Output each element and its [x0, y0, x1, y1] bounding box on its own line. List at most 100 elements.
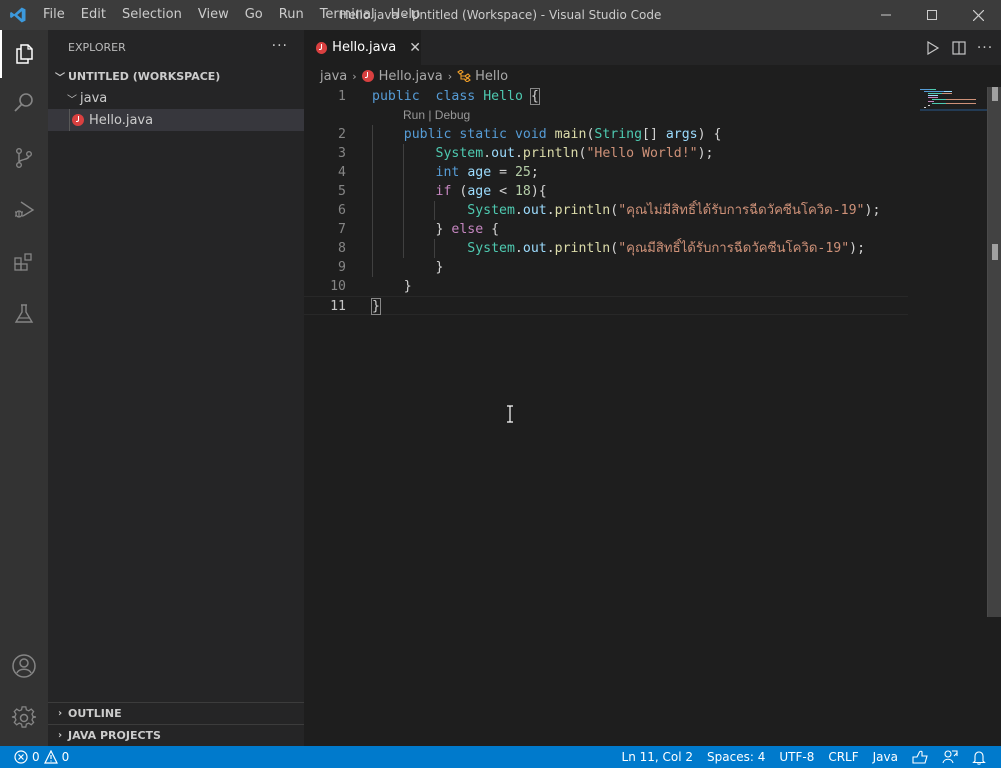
encoding[interactable]: UTF-8 — [772, 746, 821, 768]
explorer-title: EXPLORER — [68, 41, 126, 54]
menu-view[interactable]: View — [190, 0, 237, 30]
outline-label: OUTLINE — [68, 707, 122, 720]
file-label: Hello.java — [89, 112, 154, 128]
java-projects-label: JAVA PROJECTS — [68, 729, 161, 742]
workspace-label: UNTITLED (WORKSPACE) — [68, 69, 221, 83]
code-line[interactable]: 2 public static void main(String[] args)… — [304, 125, 908, 144]
menu-edit[interactable]: Edit — [73, 0, 114, 30]
menu-terminal[interactable]: Terminal — [312, 0, 383, 30]
code-text: int age = 25; — [435, 165, 539, 180]
status-bar: 0 0 Ln 11, Col 2 Spaces: 4 UTF-8 CRLF Ja… — [0, 746, 1001, 768]
code-editor[interactable]: Run | Debug 1 public class Hello { 2 publi… — [304, 87, 908, 746]
breadcrumb-class[interactable]: Hello — [475, 69, 508, 84]
warning-icon — [43, 750, 58, 764]
indentation[interactable]: Spaces: 4 — [700, 746, 772, 768]
cursor-position[interactable]: Ln 11, Col 2 — [615, 746, 701, 768]
workspace-section[interactable]: ﹀ UNTITLED (WORKSPACE) — [48, 65, 304, 87]
line-number: 6 — [338, 203, 346, 218]
chevron-right-icon: › — [57, 708, 63, 719]
code-line[interactable]: 6 System.out.println("คุณไม่มีสิทธิ์ได้ร… — [304, 201, 908, 220]
tab-hello-java[interactable]: Hello.java ✕ — [304, 30, 421, 65]
tab-label: Hello.java — [332, 40, 397, 55]
line-number: 3 — [338, 146, 346, 161]
run-icon[interactable] — [925, 40, 941, 56]
outline-panel[interactable]: › OUTLINE — [48, 702, 304, 724]
more-actions-icon[interactable]: ··· — [977, 40, 993, 56]
code-text: public static void main(String[] args) { — [403, 127, 722, 142]
line-number: 5 — [338, 184, 346, 199]
code-line[interactable]: 5 if (age < 18){ — [304, 182, 908, 201]
code-line[interactable]: 1 public class Hello { — [304, 87, 908, 106]
split-editor-icon[interactable] — [951, 40, 967, 56]
indent-guide — [69, 109, 70, 131]
code-text: public class Hello { — [372, 88, 540, 105]
code-line[interactable]: 8 System.out.println("คุณมีสิทธิ์ได้รับก… — [304, 239, 908, 258]
menu-bar: File Edit Selection View Go Run Terminal… — [35, 0, 428, 30]
explorer-icon[interactable] — [0, 30, 48, 78]
title-bar: File Edit Selection View Go Run Terminal… — [0, 0, 1001, 30]
close-tab-icon[interactable]: ✕ — [409, 40, 421, 56]
code-line[interactable]: 7 } else { — [304, 220, 908, 239]
code-text: } else { — [372, 222, 500, 237]
code-text: } — [372, 279, 412, 294]
menu-file[interactable]: File — [35, 0, 73, 30]
line-ending[interactable]: CRLF — [821, 746, 865, 768]
line-number: 9 — [338, 260, 346, 275]
problems-indicator[interactable]: 0 0 — [0, 750, 69, 764]
language-mode[interactable]: Java — [866, 746, 905, 768]
error-count: 0 — [32, 750, 40, 764]
breadcrumb-file[interactable]: Hello.java — [379, 69, 443, 84]
codelens-run-debug[interactable]: Run | Debug — [403, 106, 470, 125]
text-cursor-icon — [507, 405, 513, 423]
chevron-down-icon: ﹀ — [67, 94, 77, 106]
more-actions-icon[interactable]: ··· — [272, 38, 288, 54]
code-text: if (age < 18){ — [435, 184, 547, 199]
chevron-right-icon: › — [352, 69, 357, 83]
scrollbar-thumb[interactable] — [992, 87, 998, 101]
explorer-sidebar: EXPLORER ··· ﹀ UNTITLED (WORKSPACE) ﹀ ja… — [48, 30, 304, 746]
scroll-position-marker — [992, 244, 998, 260]
code-line[interactable]: 10 } — [304, 277, 908, 296]
file-hello-java[interactable]: Hello.java — [48, 109, 304, 131]
activity-bar — [0, 30, 48, 746]
testing-icon[interactable] — [0, 290, 48, 338]
minimize-button[interactable] — [863, 0, 909, 30]
code-line[interactable]: 3 System.out.println("Hello World!"); — [304, 144, 908, 163]
menu-selection[interactable]: Selection — [114, 0, 190, 30]
line-number: 11 — [330, 299, 346, 314]
java-projects-panel[interactable]: › JAVA PROJECTS — [48, 724, 304, 746]
menu-run[interactable]: Run — [271, 0, 312, 30]
java-file-icon — [316, 41, 328, 54]
menu-help[interactable]: Help — [383, 0, 429, 30]
notifications-bell-icon[interactable] — [965, 750, 993, 765]
line-number: 4 — [338, 165, 346, 180]
line-number: 7 — [338, 222, 346, 237]
settings-gear-icon[interactable] — [0, 694, 48, 742]
extensions-icon[interactable] — [0, 238, 48, 286]
java-file-icon — [361, 70, 374, 82]
chevron-right-icon: › — [447, 69, 453, 83]
maximize-icon — [927, 10, 937, 20]
breadcrumb: java › Hello.java › Hello — [304, 65, 1001, 87]
breadcrumb-folder[interactable]: java — [320, 69, 347, 84]
menu-go[interactable]: Go — [237, 0, 271, 30]
run-debug-icon[interactable] — [0, 186, 48, 234]
tab-bar: Hello.java ✕ ··· — [304, 30, 1001, 65]
folder-java[interactable]: ﹀ java — [48, 87, 304, 109]
warning-count: 0 — [61, 750, 70, 764]
account-icon[interactable] — [0, 642, 48, 690]
code-line[interactable]: 4 int age = 25; — [304, 163, 908, 182]
code-line[interactable]: 9 } — [304, 258, 908, 277]
maximize-button[interactable] — [909, 0, 955, 30]
minimap[interactable] — [908, 87, 988, 746]
search-icon[interactable] — [0, 78, 48, 126]
code-text: System.out.println("Hello World!"); — [435, 146, 714, 161]
vertical-scrollbar[interactable] — [987, 87, 1001, 617]
live-share-icon[interactable] — [935, 749, 965, 765]
source-control-icon[interactable] — [0, 134, 48, 182]
line-number: 1 — [338, 89, 346, 104]
feedback-icon[interactable] — [905, 750, 935, 764]
line-number: 2 — [338, 127, 346, 142]
close-window-button[interactable] — [955, 0, 1001, 30]
code-line[interactable]: 11} — [304, 296, 908, 315]
